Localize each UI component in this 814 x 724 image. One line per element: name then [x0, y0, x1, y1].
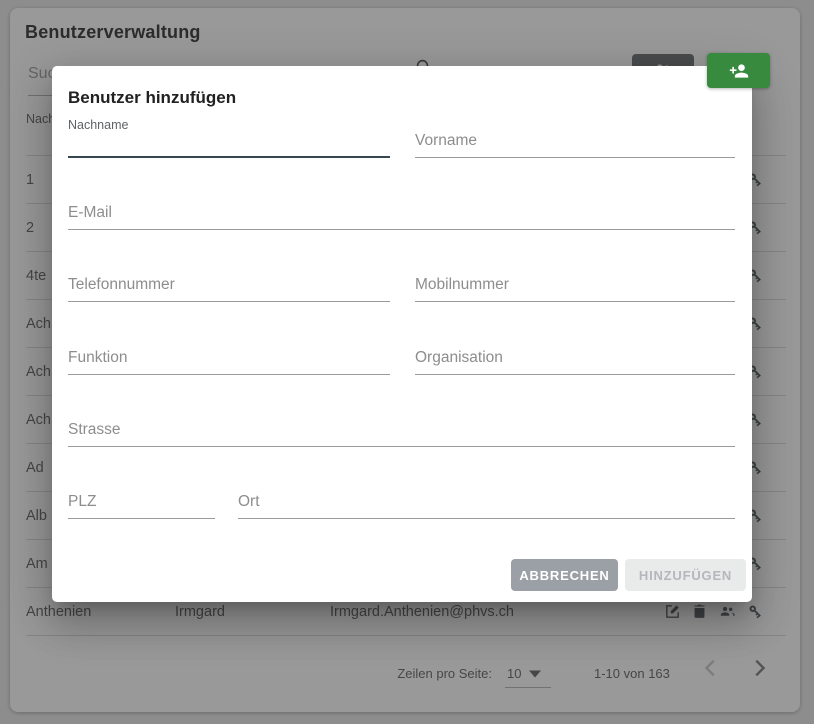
organisation-input[interactable]: [415, 341, 735, 375]
strasse-input[interactable]: [68, 413, 735, 447]
funktion-input[interactable]: [68, 341, 390, 375]
add-user-button[interactable]: [707, 53, 770, 88]
cancel-button[interactable]: ABBRECHEN: [511, 559, 618, 591]
add-user-dialog: Benutzer hinzufügen Nachname ABBRECHEN H…: [52, 66, 752, 602]
vorname-input[interactable]: [415, 124, 735, 158]
plz-input[interactable]: [68, 485, 215, 519]
submit-button[interactable]: HINZUFÜGEN: [625, 559, 746, 591]
ort-input[interactable]: [238, 485, 735, 519]
telefonnummer-input[interactable]: [68, 268, 390, 302]
nachname-input[interactable]: [68, 130, 390, 158]
email-input[interactable]: [68, 196, 735, 230]
mobilnummer-input[interactable]: [415, 268, 735, 302]
dialog-title: Benutzer hinzufügen: [68, 88, 236, 108]
person-add-icon: [729, 61, 749, 81]
